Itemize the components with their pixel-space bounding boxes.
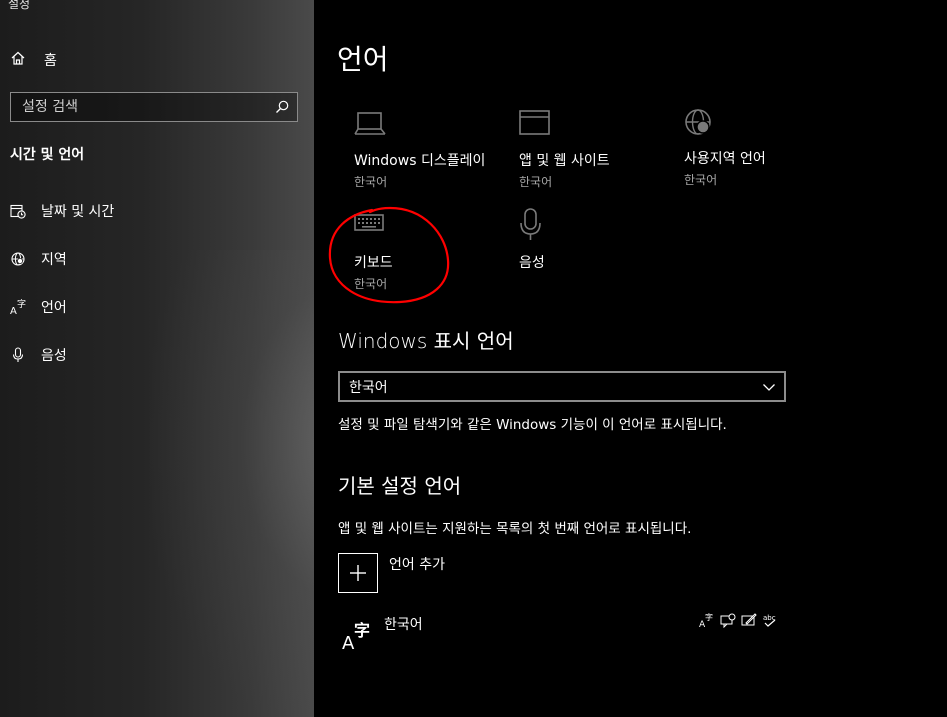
- svg-text:字: 字: [354, 621, 370, 640]
- section-title: 시간 및 언어: [10, 147, 85, 163]
- display-language-value: 한국어: [349, 379, 388, 396]
- keyboard-icon: [354, 212, 514, 246]
- home-button[interactable]: 홈: [10, 50, 57, 70]
- plus-icon: [338, 553, 378, 593]
- tile-apps-websites[interactable]: 앱 및 웹 사이트 한국어: [519, 110, 679, 190]
- tile-name: Windows 디스플레이: [354, 153, 486, 169]
- search-box[interactable]: [10, 92, 298, 122]
- display-language-heading: Windows 표시 언어: [338, 329, 514, 353]
- preferred-languages-description: 앱 및 웹 사이트는 지원하는 목록의 첫 번째 언어로 표시됩니다.: [338, 521, 692, 537]
- sidebar-item-speech[interactable]: 음성: [10, 343, 300, 367]
- display-language-icon: A字: [699, 612, 715, 628]
- sidebar: 설정 홈 시간 및 언어 날짜 및 시간 지역 A字: [0, 0, 314, 717]
- window-icon: [519, 110, 679, 144]
- chevron-down-icon: [762, 377, 776, 396]
- add-language-button[interactable]: 언어 추가: [338, 553, 445, 593]
- main-panel: 언어 Windows 디스플레이 한국어 앱 및 웹 사이트 한국어 사용지역 …: [314, 0, 947, 717]
- sidebar-item-label: 언어: [41, 300, 67, 316]
- spellcheck-icon: abc: [762, 612, 778, 628]
- handwriting-icon: [741, 612, 757, 628]
- tile-name: 사용지역 언어: [684, 151, 766, 167]
- tile-sub: 한국어: [354, 175, 388, 189]
- calendar-clock-icon: [10, 202, 26, 220]
- svg-text:字: 字: [705, 612, 713, 622]
- sidebar-nav: 날짜 및 시간 지역 A字 언어 음성: [10, 199, 300, 391]
- app-title: 설정: [8, 0, 31, 11]
- svg-text:A: A: [10, 306, 17, 316]
- tile-name: 앱 및 웹 사이트: [519, 153, 610, 169]
- search-icon[interactable]: [267, 93, 297, 121]
- tile-regional-language[interactable]: 사용지역 언어 한국어: [684, 108, 844, 188]
- sidebar-item-label: 날짜 및 시간: [41, 204, 115, 220]
- sidebar-item-date-time[interactable]: 날짜 및 시간: [10, 199, 300, 223]
- language-icon: A字: [342, 616, 374, 654]
- tile-sub: 한국어: [519, 175, 553, 189]
- language-icon: A字: [10, 298, 26, 316]
- display-language-select[interactable]: 한국어: [338, 371, 786, 402]
- page-title: 언어: [337, 43, 389, 76]
- sidebar-item-region[interactable]: 지역: [10, 247, 300, 271]
- sidebar-item-language[interactable]: A字 언어: [10, 295, 300, 319]
- home-label: 홈: [44, 53, 57, 69]
- language-name: 한국어: [384, 617, 423, 633]
- search-input[interactable]: [11, 93, 267, 121]
- tile-name: 키보드: [354, 255, 393, 271]
- tile-keyboard[interactable]: 키보드 한국어: [354, 212, 514, 292]
- svg-text:字: 字: [17, 298, 26, 310]
- speech-icon: [720, 612, 736, 628]
- preferred-languages-heading: 기본 설정 언어: [338, 474, 462, 498]
- tile-sub: 한국어: [354, 277, 388, 291]
- globe-icon: [10, 250, 26, 268]
- sidebar-item-label: 음성: [41, 348, 67, 364]
- microphone-icon: [10, 346, 26, 364]
- tile-windows-display[interactable]: Windows 디스플레이 한국어: [354, 110, 514, 190]
- display-language-description: 설정 및 파일 탐색기와 같은 Windows 기능이 이 언어로 표시됩니다.: [338, 417, 727, 433]
- globe-icon: [684, 108, 844, 142]
- tile-speech[interactable]: 음성: [519, 208, 679, 272]
- tile-name: 음성: [519, 255, 545, 271]
- home-icon: [10, 50, 26, 70]
- sidebar-item-label: 지역: [41, 252, 67, 268]
- microphone-icon: [519, 208, 679, 246]
- language-feature-icons: A字 abc: [699, 612, 778, 628]
- language-item-korean[interactable]: A字 한국어 A字 abc: [338, 608, 778, 654]
- tile-sub: 한국어: [684, 173, 718, 187]
- laptop-icon: [354, 110, 514, 144]
- add-language-label: 언어 추가: [389, 557, 445, 573]
